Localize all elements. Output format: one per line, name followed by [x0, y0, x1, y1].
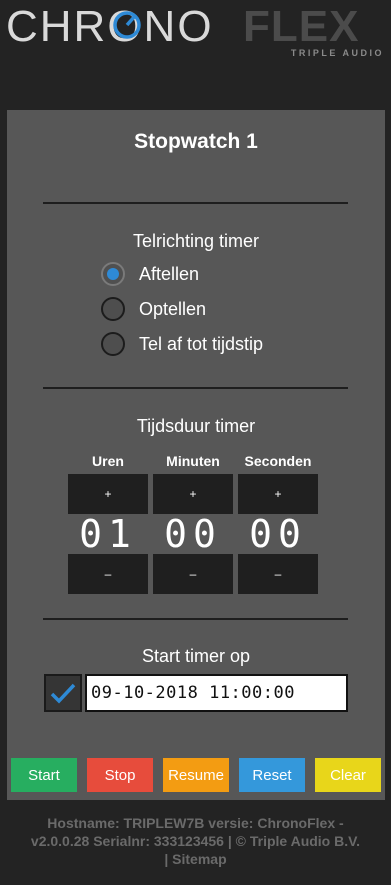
- radio-label: Aftellen: [139, 263, 200, 284]
- logo-chrono-text: CHRONO: [6, 2, 214, 51]
- logo-subtitle: TRIPLE AUDIO: [290, 48, 384, 58]
- chronoflex-logo: CHRONO FLEX TRIPLE AUDIO: [6, 2, 386, 62]
- hours-column: Uren + 01 –: [68, 453, 148, 594]
- footer-line: Hostname: TRIPLEW7B versie: ChronoFlex -: [47, 815, 344, 831]
- radio-button[interactable]: [101, 332, 125, 356]
- seconds-header: Seconden: [244, 453, 312, 469]
- radio-label: Optellen: [139, 298, 207, 319]
- divider: [43, 618, 348, 620]
- logo-flex-text: FLEX: [243, 2, 360, 51]
- start-at-checkbox[interactable]: [44, 674, 82, 712]
- hours-increment-button[interactable]: +: [68, 474, 148, 514]
- divider: [43, 387, 348, 389]
- start-button[interactable]: Start: [11, 758, 77, 792]
- seconds-increment-button[interactable]: +: [238, 474, 318, 514]
- radio-option-optellen[interactable]: Optellen: [101, 294, 206, 324]
- radio-button[interactable]: [101, 262, 125, 286]
- seconds-decrement-button[interactable]: –: [238, 554, 318, 594]
- start-datetime-input[interactable]: 09-10-2018 11:00:00: [85, 674, 348, 712]
- minutes-column: Minuten + 00 –: [153, 453, 233, 594]
- radio-button[interactable]: [101, 297, 125, 321]
- resume-button[interactable]: Resume: [163, 758, 229, 792]
- stopwatch-panel: Stopwatch 1 Telrichting timer Aftellen O…: [7, 110, 385, 800]
- footer: Hostname: TRIPLEW7B versie: ChronoFlex -…: [0, 814, 391, 868]
- minutes-value: 00: [164, 512, 222, 556]
- reset-button[interactable]: Reset: [239, 758, 305, 792]
- stop-button[interactable]: Stop: [87, 758, 153, 792]
- start-at-label: Start timer op: [141, 646, 251, 666]
- hours-value: 01: [79, 512, 137, 556]
- minutes-header: Minuten: [166, 453, 220, 469]
- radio-option-aftellen[interactable]: Aftellen: [101, 259, 199, 289]
- hours-decrement-button[interactable]: –: [68, 554, 148, 594]
- panel-title: Stopwatch 1: [134, 130, 258, 153]
- minutes-increment-button[interactable]: +: [153, 474, 233, 514]
- minutes-decrement-button[interactable]: –: [153, 554, 233, 594]
- hours-header: Uren: [92, 453, 124, 469]
- dial-icon: [113, 11, 141, 39]
- direction-label: Telrichting timer: [132, 231, 260, 251]
- radio-option-tel-af-tot-tijdstip[interactable]: Tel af tot tijdstip: [101, 329, 263, 359]
- sitemap-link[interactable]: | Sitemap: [0, 850, 391, 868]
- action-bar: Start Stop Resume Reset Clear: [11, 758, 381, 792]
- seconds-value: 00: [249, 512, 307, 556]
- seconds-column: Seconden + 00 –: [238, 453, 318, 594]
- footer-line: v2.0.0.28 Serialnr: 333123456 | © Triple…: [30, 833, 361, 849]
- divider: [43, 202, 348, 204]
- checkmark-icon: [50, 683, 76, 704]
- clear-button[interactable]: Clear: [315, 758, 381, 792]
- radio-label: Tel af tot tijdstip: [139, 333, 264, 354]
- duration-label: Tijdsduur timer: [136, 416, 256, 436]
